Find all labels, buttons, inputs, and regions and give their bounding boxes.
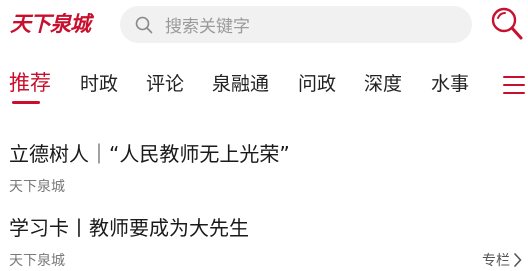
active-tab-indicator <box>12 101 40 104</box>
search-placeholder: 搜索关键字 <box>165 17 250 37</box>
search-icon <box>135 16 153 33</box>
topic-label: 专栏 <box>482 253 510 269</box>
top-bar: 天下泉城 搜索关键字 <box>0 0 528 50</box>
search-input[interactable]: 搜索关键字 <box>120 6 472 43</box>
channel-tabs: 推荐 时政 评论 泉融通 问政 深度 水事 <box>0 66 528 106</box>
tab-inquiry[interactable]: 问政 <box>298 69 336 96</box>
tab-water-affairs[interactable]: 水事 <box>431 69 469 96</box>
article-source: 天下泉城 <box>9 179 65 195</box>
search-button-icon[interactable] <box>490 6 524 42</box>
article-title[interactable]: 学习卡丨教师要成为大先生 <box>9 212 249 241</box>
tab-politics[interactable]: 时政 <box>80 69 118 96</box>
menu-icon[interactable] <box>503 76 525 96</box>
tab-recommend[interactable]: 推荐 <box>9 67 51 97</box>
chevron-right-icon <box>514 253 522 267</box>
tab-commentary[interactable]: 评论 <box>146 69 184 96</box>
tab-quanrongtong[interactable]: 泉融通 <box>212 69 269 96</box>
article-title[interactable]: 立德树人｜“人民教师无上光荣” <box>9 138 290 167</box>
app-logo[interactable]: 天下泉城 <box>10 8 91 38</box>
tab-depth[interactable]: 深度 <box>364 69 402 96</box>
article-source: 天下泉城 <box>9 253 65 269</box>
topic-link[interactable]: 专栏 <box>482 250 522 270</box>
